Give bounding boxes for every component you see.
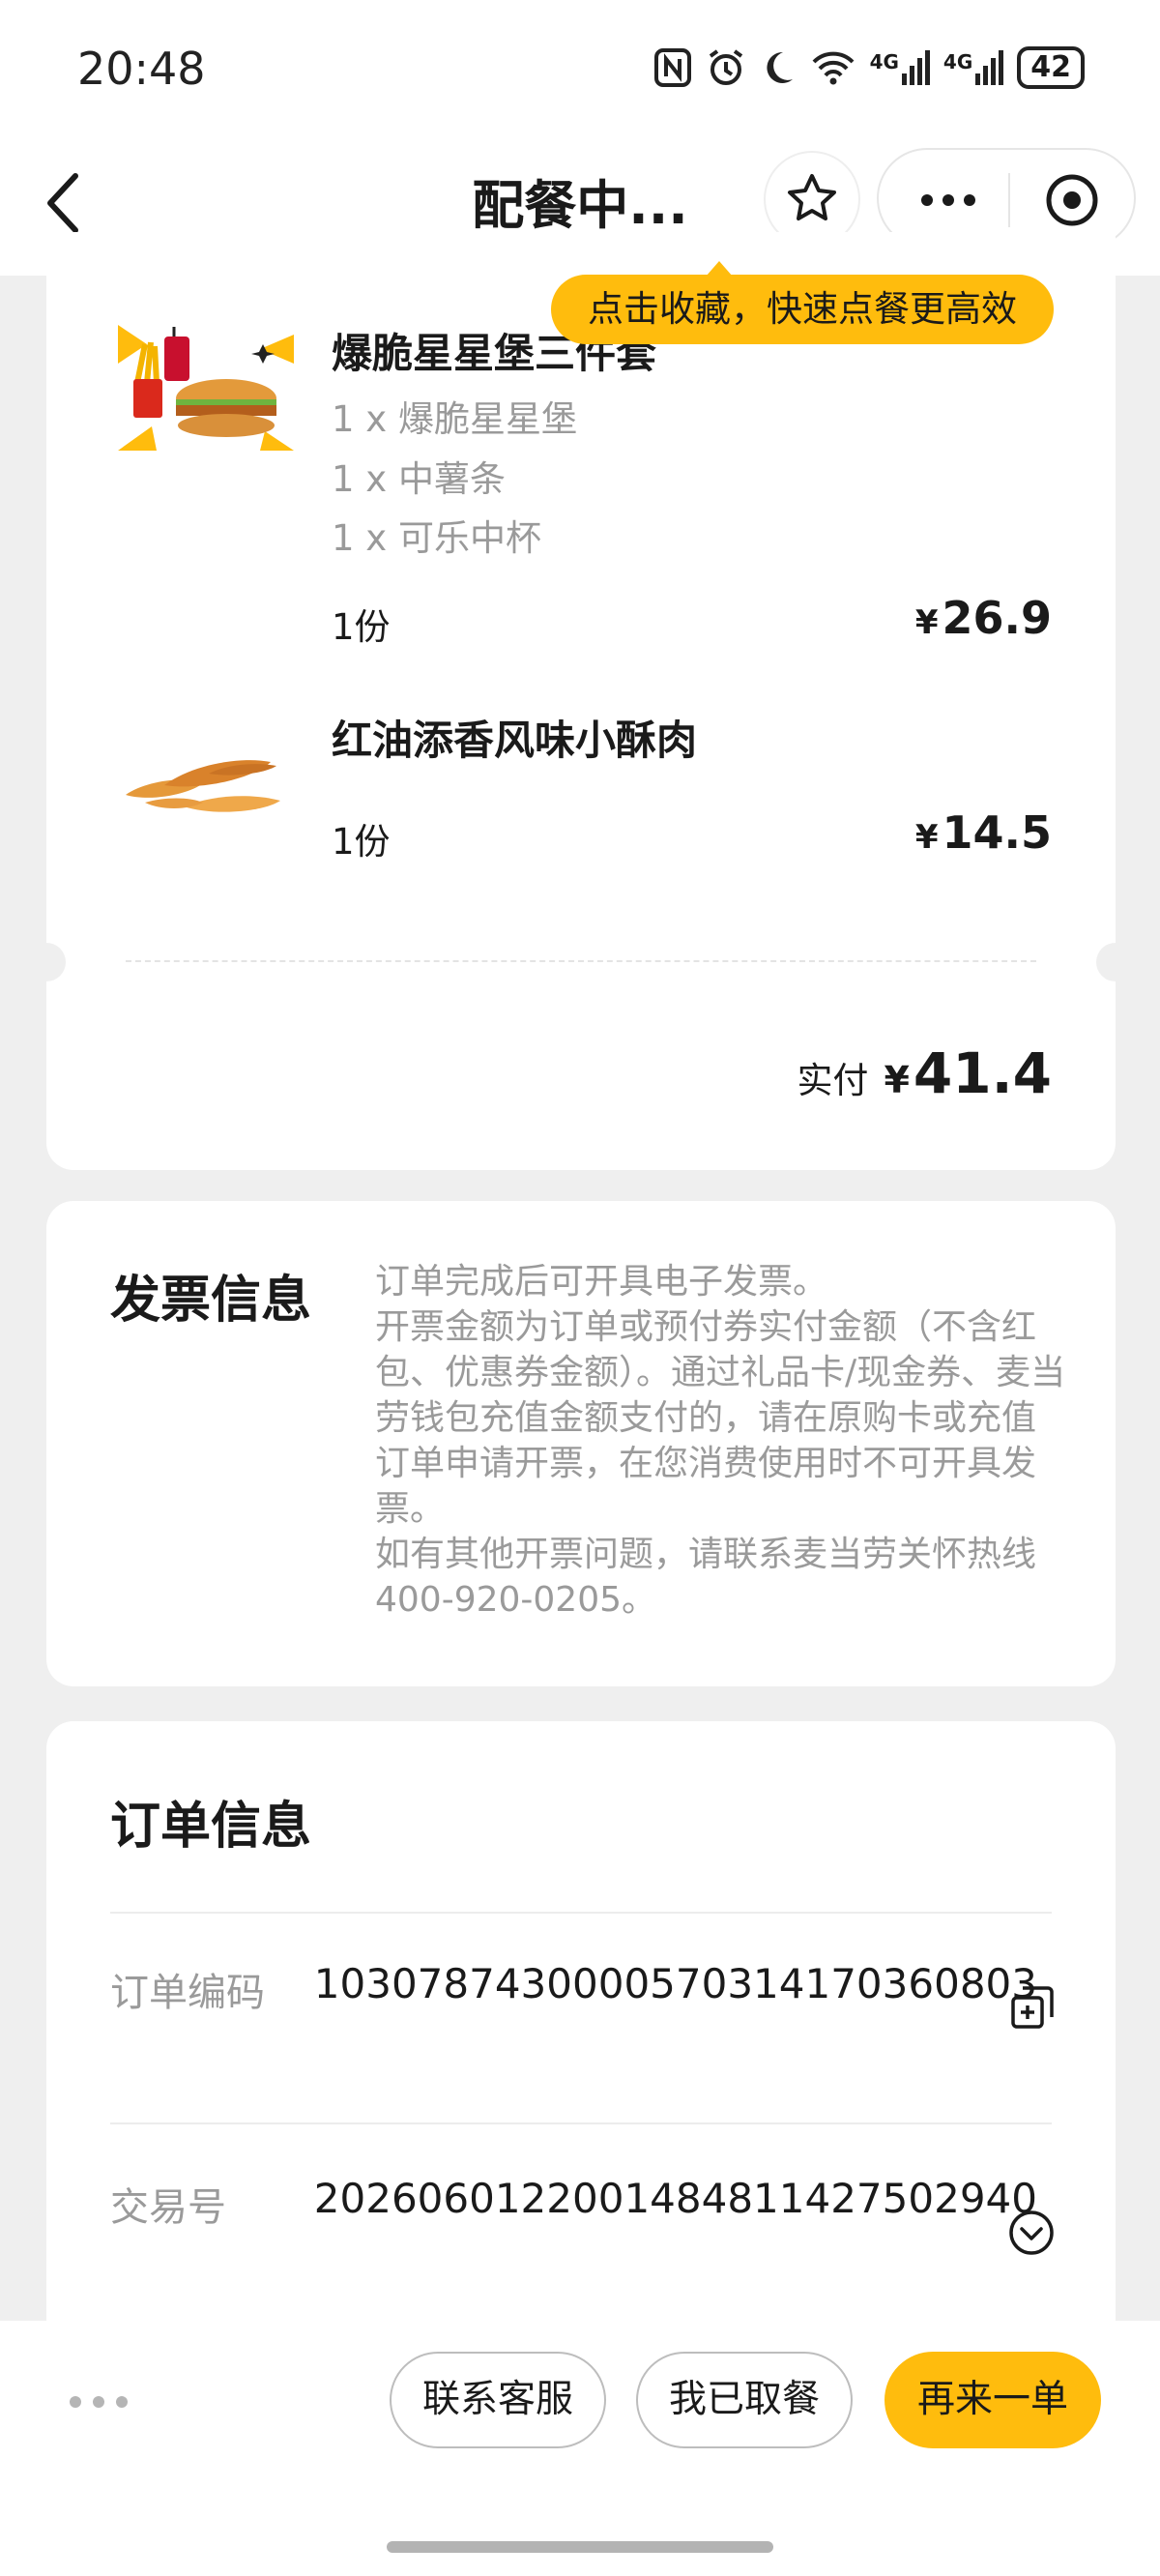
order-code-value: 1030787430000570314170360803 [313,1960,1037,2007]
home-indicator[interactable] [387,2541,773,2553]
order-info-title: 订单信息 [110,1798,312,1856]
more-icon [921,194,975,206]
transaction-number-label: 交易号 [110,2185,226,2230]
price-amount: 14.5 [942,806,1053,859]
invoice-card: 发票信息 订单完成后可开具电子发票。 开票金额为订单或预付券实付金额（不含红包、… [46,1201,1116,1686]
copy-button[interactable] [1009,1984,1056,2034]
more-actions-button[interactable] [70,2396,128,2408]
item-quantity: 1份 [332,821,391,863]
invoice-line: 如有其他开票问题，请联系麦当劳关怀热线400-920-0205。 [375,1535,1037,1620]
currency-symbol: ¥ [914,818,939,857]
ticket-notch-left [27,943,66,981]
moon-icon [766,51,793,83]
capsule-divider [1008,173,1010,227]
divider [110,1912,1052,1914]
item-component: 1 x 中薯条 [332,458,506,500]
favorite-tooltip[interactable]: 点击收藏，快速点餐更高效 [551,261,1054,344]
ticket-notch-right [1096,943,1135,981]
status-time: 20:48 [77,43,206,95]
item-quantity: 1份 [332,606,391,648]
item-name: 红油添香风味小酥肉 [332,717,698,764]
transaction-number-value: 2026060122001484811427502940 [313,2175,1037,2222]
invoice-line: 订单完成后可开具电子发票。 [375,1262,828,1302]
invoice-title: 发票信息 [110,1272,312,1330]
wifi-icon [812,51,854,85]
total-amount: 41.4 [913,1040,1052,1106]
picked-up-button[interactable]: 我已取餐 [636,2352,853,2448]
item-component: 1 x 爆脆星星堡 [332,398,577,440]
divider [110,2122,1052,2124]
network-label-1: 4G [869,50,899,73]
order-code-label: 订单编码 [110,1971,265,2015]
star-icon [788,174,836,220]
order-items-card: 爆脆星星堡三件套 1 x 爆脆星星堡 1 x 中薯条 1 x 可乐中杯 1份 ¥… [27,232,1135,1170]
dashed-divider [126,960,1036,962]
price-amount: 26.9 [942,592,1053,644]
more-button[interactable] [917,179,979,225]
expand-button[interactable] [1007,2209,1056,2261]
target-icon [1046,174,1098,226]
signal-4g-icon: 4G [942,50,1004,85]
total-label: 实付 [797,1060,869,1101]
alarm-icon [709,49,742,85]
combo-meal-image [118,325,294,451]
total-paid: 实付 ¥ 41.4 [797,1040,1052,1106]
close-miniprogram-button[interactable] [1043,171,1101,233]
crispy-pork-image [116,735,296,832]
currency-symbol: ¥ [914,603,939,642]
nfc-icon [653,48,691,87]
signal-4g-icon: 4G [870,50,930,85]
contact-service-button[interactable]: 联系客服 [390,2352,606,2448]
network-label-2: 4G [942,50,973,73]
status-icons: 4G 4G 42 [653,46,1085,89]
bottom-action-bar: 联系客服 我已取餐 再来一单 [0,2321,1160,2576]
currency-symbol: ¥ [884,1059,910,1101]
order-info-card: 订单信息 订单编码 1030787430000570314170360803 交… [46,1721,1116,2398]
reorder-button[interactable]: 再来一单 [884,2352,1101,2448]
chevron-down-circle-icon [1009,2210,1054,2255]
copy-icon [1011,1986,1054,2029]
status-bar: 20:48 4G 4G 42 [0,0,1160,135]
battery-indicator: 42 [1017,46,1085,89]
item-price: ¥14.5 [915,806,1052,859]
item-component: 1 x 可乐中杯 [332,517,541,559]
invoice-line: 开票金额为订单或预付券实付金额（不含红包、优惠券金额）。通过礼品卡/现金券、麦当… [375,1307,1066,1529]
item-price: ¥26.9 [915,592,1052,644]
invoice-description: 订单完成后可开具电子发票。 开票金额为订单或预付券实付金额（不含红包、优惠券金额… [375,1259,1066,1623]
